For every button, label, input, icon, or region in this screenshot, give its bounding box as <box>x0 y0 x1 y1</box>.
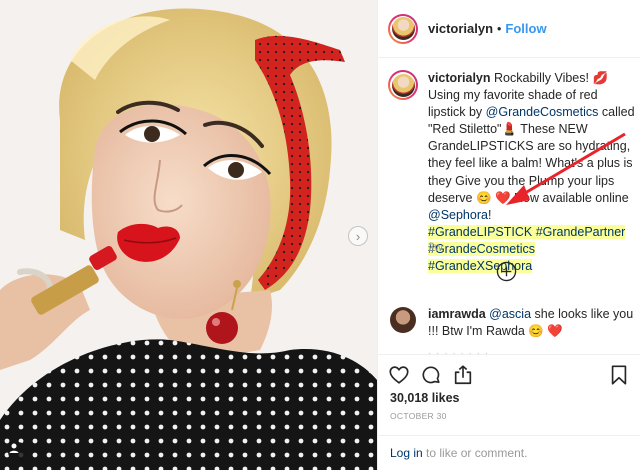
comments-section: victorialyn Rockabilly Vibes! 💋 Using my… <box>378 58 640 354</box>
plus-circle-icon[interactable] <box>496 261 517 282</box>
instagram-post: › victorialyn • Follow victorialyn Rocka… <box>0 0 640 470</box>
next-photo-button[interactable]: › <box>348 226 368 246</box>
comment-text: iamrawda @ascia she looks like you !!! B… <box>428 306 636 340</box>
chevron-right-icon: › <box>355 228 361 244</box>
post-date: OCTOBER 30 <box>390 411 447 421</box>
likes-count[interactable]: 30,018 likes <box>390 391 460 405</box>
speech-bubble-icon[interactable] <box>420 364 442 386</box>
comment-mention[interactable]: @ascia <box>489 307 531 321</box>
separator-dot: • <box>497 21 502 36</box>
action-icons <box>388 364 631 388</box>
comment-item: iamrawda @ascia she looks like you !!! B… <box>388 306 636 340</box>
heart-icon[interactable] <box>388 364 410 386</box>
user-tag-icon <box>9 443 19 453</box>
avatar[interactable] <box>388 13 418 44</box>
login-prompt: Log in to like or comment. <box>378 435 640 470</box>
login-link[interactable]: Log in <box>390 446 423 460</box>
bookmark-icon[interactable] <box>608 364 630 386</box>
post-photo[interactable]: › <box>0 0 377 470</box>
follow-button[interactable]: Follow <box>505 21 546 36</box>
post-image <box>0 0 377 470</box>
post-actions: 30,018 likes OCTOBER 30 Log in to like o… <box>378 354 640 470</box>
post-sidebar: victorialyn • Follow victorialyn Rockabi… <box>377 0 640 470</box>
share-icon[interactable] <box>452 364 474 386</box>
header-username[interactable]: victorialyn <box>428 21 493 36</box>
comment-username[interactable]: iamrawda <box>428 307 486 321</box>
tagged-users-button[interactable] <box>8 442 28 462</box>
comment-avatar[interactable] <box>390 307 416 333</box>
login-prompt-text: to like or comment. <box>422 446 528 460</box>
post-age[interactable]: 2w <box>428 242 443 254</box>
post-header: victorialyn • Follow <box>378 0 640 58</box>
